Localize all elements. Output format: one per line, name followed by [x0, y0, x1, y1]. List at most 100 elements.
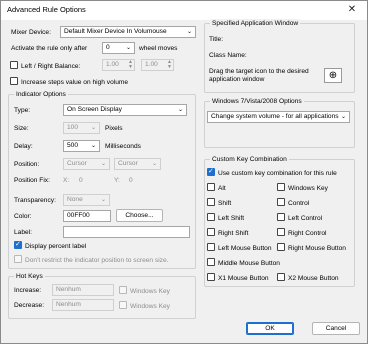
win7-options-group: Windows 7/Vista/2008 Options [204, 97, 355, 148]
right-control-checkbox[interactable]: Right Control [277, 228, 326, 238]
increase-hotkey-value: Nenhum [56, 286, 81, 293]
use-custom-key-label: Use custom key combination for this rule [218, 170, 337, 177]
increase-winkey-label: Windows Key [130, 288, 170, 295]
position-x-select[interactable]: Cursor ⌄ [63, 158, 110, 170]
label-label: Label: [14, 229, 32, 236]
wheel-moves-label: wheel moves [139, 45, 178, 52]
mixer-device-select[interactable]: Default Mixer Device In Volumouse ⌄ [60, 26, 196, 38]
activate-wheel-select[interactable]: 0 ⌄ [102, 42, 135, 54]
spin-arrows-icon[interactable]: ▲ ▼ [128, 60, 133, 70]
control-checkbox[interactable]: Control [277, 198, 309, 208]
spin-arrows-icon[interactable]: ▲ ▼ [167, 60, 172, 70]
activate-label: Activate the rule only after [11, 45, 88, 52]
display-percent-checkbox[interactable]: Display percent label [14, 240, 86, 251]
ok-button[interactable]: OK [246, 322, 294, 335]
shift-checkbox[interactable]: Shift [207, 198, 231, 208]
right-control-label: Right Control [288, 230, 327, 237]
left-mouse-checkbox[interactable]: Left Mouse Button [207, 243, 272, 253]
position-x-value: Cursor [67, 160, 87, 167]
dont-restrict-label: Don't restrict the indicator position to… [25, 257, 169, 264]
chevron-down-icon: ⌄ [151, 161, 157, 167]
left-mouse-label: Left Mouse Button [218, 245, 272, 252]
position-y-select[interactable]: Cursor ⌄ [114, 158, 161, 170]
color-field[interactable]: 00FF00 [63, 210, 111, 222]
size-unit-label: Pixels [105, 125, 123, 132]
size-value: 100 [67, 124, 79, 131]
checkbox-box [207, 228, 215, 236]
windows-key-label: Windows Key [288, 185, 328, 192]
checkbox-box [277, 198, 285, 206]
middle-mouse-checkbox[interactable]: Middle Mouse Button [207, 258, 280, 268]
cancel-button[interactable]: Cancel [312, 322, 360, 335]
alt-label: Alt [218, 185, 226, 192]
hot-keys-group: Hot Keys [8, 272, 196, 319]
lr-left-value: 1.00 [106, 61, 119, 68]
increase-winkey-checkbox[interactable]: Windows Key [119, 286, 170, 296]
drag-instruction-1: Drag the target icon to the desired [209, 68, 309, 75]
x1-mouse-label: X1 Mouse Button [218, 275, 269, 282]
type-label: Type: [14, 107, 31, 114]
checkbox-box [277, 273, 285, 281]
fix-y-label: Y: [114, 177, 120, 184]
checkbox-box [10, 61, 18, 69]
checkbox-box [207, 167, 215, 176]
checkbox-box [207, 243, 215, 251]
chevron-down-icon: ⌄ [100, 197, 106, 203]
color-label: Color: [14, 213, 32, 220]
checkbox-box [10, 77, 18, 85]
right-mouse-label: Right Mouse Button [288, 245, 346, 252]
increase-steps-checkbox[interactable]: Increase steps value on high volume [10, 77, 128, 87]
advanced-rule-options-window: Advanced Rule Options ✕ Mixer Device: De… [0, 0, 368, 344]
title-bar: Advanced Rule Options ✕ [1, 1, 367, 20]
checkbox-box [119, 286, 127, 294]
activate-wheel-value: 0 [106, 44, 110, 51]
custom-key-title: Custom Key Combination [210, 155, 289, 164]
increase-label: Increase: [14, 287, 42, 294]
mixer-device-value: Default Mixer Device In Volumouse [64, 28, 167, 35]
size-label: Size: [14, 125, 29, 132]
left-control-label: Left Control [288, 215, 323, 222]
left-shift-checkbox[interactable]: Left Shift [207, 213, 244, 223]
fix-x-value[interactable]: 0 [79, 177, 83, 184]
close-icon[interactable]: ✕ [341, 2, 363, 18]
win7-mode-value: Change system volume - for all applicati… [211, 113, 339, 120]
checkbox-box [277, 213, 285, 221]
x1-mouse-checkbox[interactable]: X1 Mouse Button [207, 273, 269, 283]
decrease-hotkey-field[interactable]: Nenhum [52, 299, 114, 311]
checkbox-box [119, 301, 127, 309]
checkbox-box [207, 258, 215, 266]
drag-instruction-2: application window [209, 76, 265, 83]
transparency-label: Transparency: [14, 197, 56, 204]
chevron-down-icon: ⌄ [186, 29, 192, 35]
dont-restrict-checkbox[interactable]: Don't restrict the indicator position to… [14, 255, 168, 265]
choose-color-button[interactable]: Choose... [116, 209, 163, 222]
control-label: Control [288, 200, 310, 207]
label-field[interactable] [63, 226, 190, 238]
win7-mode-select[interactable]: Change system volume - for all applicati… [207, 111, 350, 123]
left-control-checkbox[interactable]: Left Control [277, 213, 322, 223]
chevron-down-icon: ⌄ [100, 161, 106, 167]
right-shift-checkbox[interactable]: Right Shift [207, 228, 248, 238]
fix-y-value[interactable]: 0 [129, 177, 133, 184]
use-custom-key-checkbox[interactable]: Use custom key combination for this rule [207, 167, 337, 178]
checkbox-box [207, 273, 215, 281]
shift-label: Shift [218, 200, 232, 207]
type-select[interactable]: On Screen Display ⌄ [63, 104, 187, 116]
transparency-select[interactable]: None ⌄ [63, 194, 110, 206]
windows-key-checkbox[interactable]: Windows Key [277, 183, 328, 193]
position-fix-label: Position Fix: [14, 177, 50, 184]
right-mouse-checkbox[interactable]: Right Mouse Button [277, 243, 346, 253]
size-select[interactable]: 100 ⌄ [63, 122, 100, 134]
alt-checkbox[interactable]: Alt [207, 183, 226, 193]
mixer-device-label: Mixer Device: [11, 29, 51, 36]
delay-select[interactable]: 500 ⌄ [63, 140, 100, 152]
lr-balance-checkbox[interactable]: Left / Right Balance: [10, 61, 80, 71]
decrease-winkey-checkbox[interactable]: Windows Key [119, 301, 170, 311]
middle-mouse-label: Middle Mouse Button [218, 260, 280, 267]
type-value: On Screen Display [67, 106, 122, 113]
checkbox-box [14, 240, 22, 249]
increase-hotkey-field[interactable]: Nenhum [52, 284, 114, 296]
lr-right-value: 1.00 [145, 61, 158, 68]
x2-mouse-checkbox[interactable]: X2 Mouse Button [277, 273, 339, 283]
crosshair-target-icon[interactable]: ⊕ [324, 68, 342, 83]
